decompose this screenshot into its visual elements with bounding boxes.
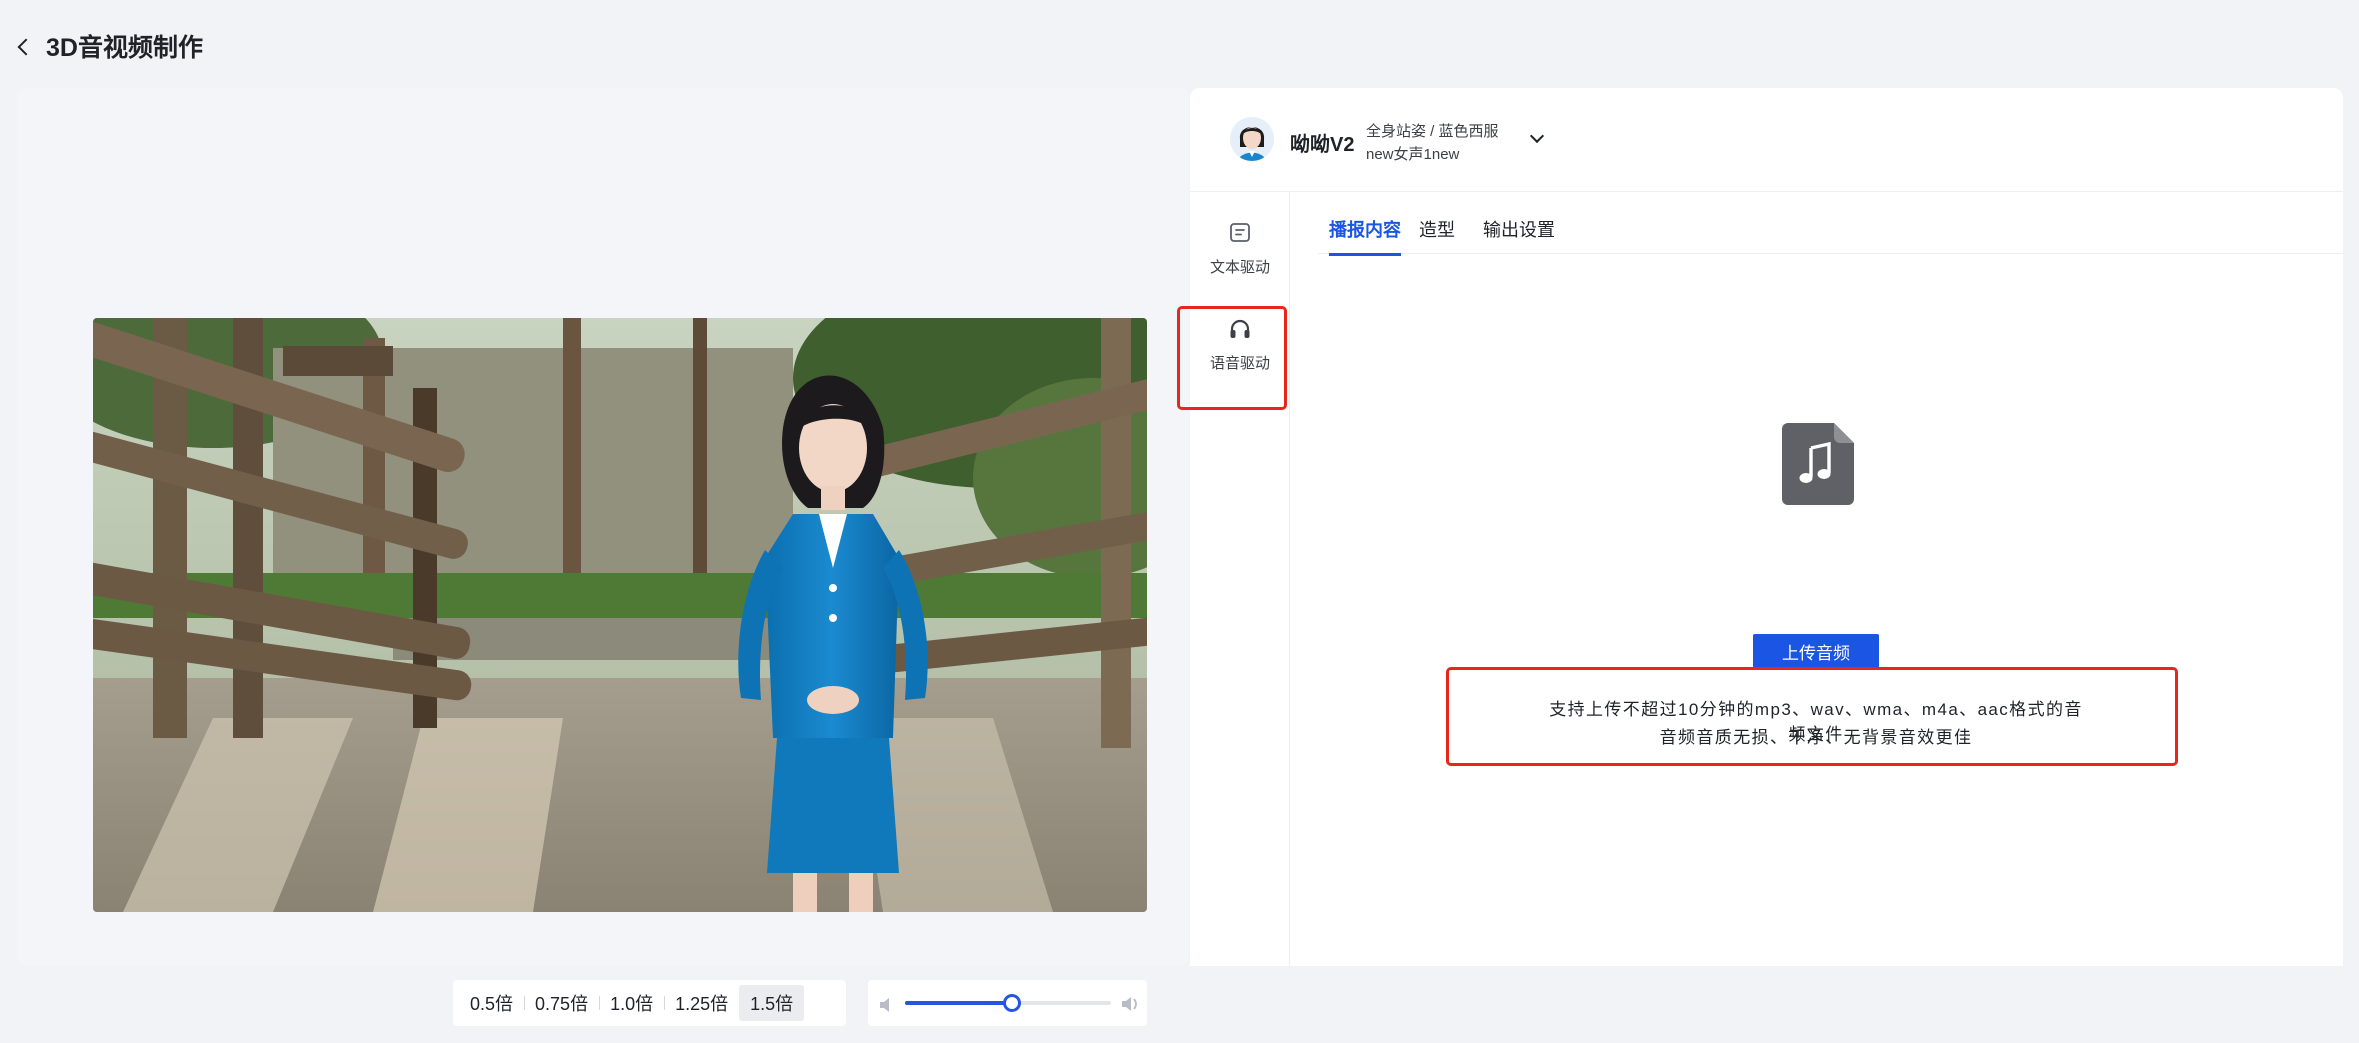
tab-label: 输出设置 <box>1483 220 1555 240</box>
highlight-frame-upload-hint <box>1446 667 2178 766</box>
volume-slider-handle[interactable] <box>1003 994 1022 1012</box>
avatar-voice: new女声1new <box>1366 146 1460 163</box>
preview-panel: 0.5倍 0.75倍 1.0倍 1.25倍 1.5倍 <box>17 88 1189 1026</box>
tab-broadcast-content[interactable]: 播报内容 <box>1329 216 1401 256</box>
page-title: 3D音视频制作 <box>46 34 203 62</box>
speed-option-1-5x[interactable]: 1.5倍 <box>739 985 805 1021</box>
tab-bar: 播报内容 造型 输出设置 <box>1318 192 2343 256</box>
speed-option-0-5x[interactable]: 0.5倍 <box>459 985 524 1021</box>
volume-low-icon[interactable] <box>877 993 897 1013</box>
music-file-icon <box>1782 423 1854 505</box>
top-bar: 3D音视频制作 <box>0 0 2359 90</box>
back-arrow-icon[interactable] <box>14 32 36 60</box>
highlight-frame-voice-drive <box>1177 306 1287 410</box>
text-doc-icon <box>1230 223 1250 242</box>
upload-audio-button[interactable]: 上传音频 <box>1753 634 1879 668</box>
audio-upload-area: 上传音频 支持上传不超过10分钟的mp3、wav、wma、m4a、aac格式的音… <box>1290 254 2343 966</box>
sidebar-item-label: 文本驱动 <box>1209 259 1270 276</box>
tab-styling[interactable]: 造型 <box>1419 216 1455 242</box>
tab-label: 造型 <box>1419 220 1455 240</box>
volume-slider[interactable] <box>905 994 1111 1012</box>
speed-option-0-75x[interactable]: 0.75倍 <box>524 985 599 1021</box>
tab-label: 播报内容 <box>1329 220 1401 240</box>
avatar-style: 全身站姿 / 蓝色西服 <box>1366 123 1499 140</box>
avatar-selector[interactable]: 呦呦V2 全身站姿 / 蓝色西服 new女声1new <box>1190 88 2343 192</box>
chevron-down-icon[interactable] <box>1526 128 1548 150</box>
config-panel: 呦呦V2 全身站姿 / 蓝色西服 new女声1new 文本驱动 语音驱动 播报内… <box>1190 88 2343 966</box>
volume-control <box>868 980 1147 1026</box>
tab-output-settings[interactable]: 输出设置 <box>1483 216 1555 242</box>
playback-speed-selector: 0.5倍 0.75倍 1.0倍 1.25倍 1.5倍 <box>453 980 846 1026</box>
volume-slider-fill <box>905 1001 1013 1005</box>
avatar <box>1230 117 1274 161</box>
avatar-preview-image <box>93 318 1147 912</box>
speed-option-1-25x[interactable]: 1.25倍 <box>664 985 739 1021</box>
speed-option-1-0x[interactable]: 1.0倍 <box>599 985 664 1021</box>
volume-high-icon[interactable] <box>1120 993 1140 1013</box>
sidebar-item-text-drive[interactable]: 文本驱动 <box>1190 210 1290 300</box>
avatar-name: 呦呦V2 <box>1290 134 1355 156</box>
